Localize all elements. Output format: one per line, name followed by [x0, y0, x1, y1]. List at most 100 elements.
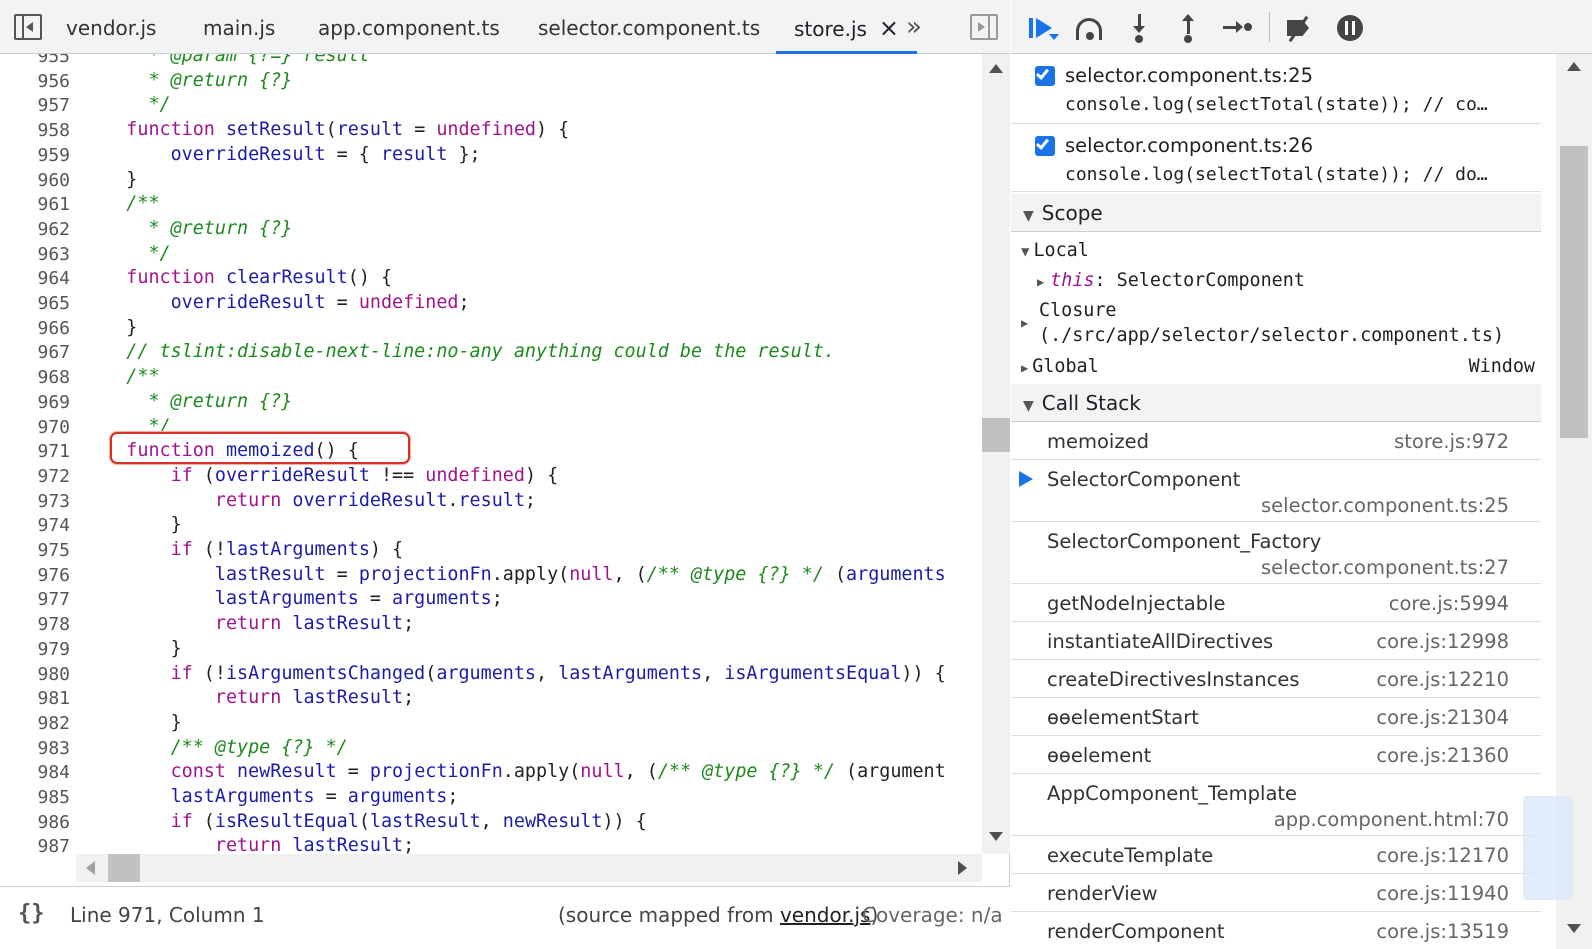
scroll-thumb[interactable]	[108, 854, 140, 882]
line-number[interactable]: 973	[0, 491, 70, 512]
tab-label: app.component.ts	[318, 16, 500, 40]
line-number[interactable]: 982	[0, 713, 70, 734]
step-into-icon[interactable]	[1123, 12, 1157, 44]
resume-icon[interactable]	[1027, 12, 1061, 44]
line-number[interactable]: 978	[0, 614, 70, 635]
line-number[interactable]: 957	[0, 95, 70, 116]
scroll-left-icon[interactable]	[86, 861, 95, 875]
line-number[interactable]: 959	[0, 145, 70, 166]
line-number[interactable]: 986	[0, 812, 70, 833]
callstack-frame[interactable]: instantiateAllDirectives core.js:12998	[1011, 622, 1541, 660]
callstack-frame[interactable]: renderView core.js:11940	[1011, 874, 1541, 912]
callstack-frame[interactable]: renderComponent core.js:13519	[1011, 912, 1541, 949]
scope-local[interactable]: ▼ Local	[1011, 240, 1089, 261]
scroll-up-icon[interactable]	[1567, 62, 1581, 71]
line-number[interactable]: 983	[0, 738, 70, 759]
highlight-box	[110, 432, 410, 464]
frame-location: core.js:12210	[1376, 668, 1509, 691]
callstack-frame[interactable]: AppComponent_Template app.component.html:…	[1011, 774, 1541, 836]
line-number[interactable]: 971	[0, 441, 70, 462]
line-number[interactable]: 966	[0, 318, 70, 339]
callstack-frame[interactable]: executeTemplate core.js:12170	[1011, 836, 1541, 874]
line-number[interactable]: 979	[0, 639, 70, 660]
breakpoint-item[interactable]: selector.component.ts:25 console.log(sel…	[1011, 54, 1541, 124]
callstack-frame[interactable]: getNodeInjectable core.js:5994	[1011, 584, 1541, 622]
breakpoint-checkbox[interactable]	[1035, 66, 1055, 86]
status-bar: {} Line 971, Column 1 (source mapped fro…	[0, 886, 1010, 949]
frame-name: ɵɵelementStart	[1047, 706, 1199, 729]
expand-arrow-icon: ▼	[1023, 398, 1034, 414]
deactivate-breakpoints-icon[interactable]	[1283, 12, 1317, 44]
scope-global[interactable]: ▶ Global Window	[1021, 356, 1535, 377]
code-line: * @param {?=} result	[126, 54, 370, 66]
tab-store-js[interactable]: store.js ×	[776, 0, 918, 54]
callstack-frame[interactable]: ɵɵelementStart core.js:21304	[1011, 698, 1541, 736]
line-number[interactable]: 960	[0, 170, 70, 191]
scroll-thumb[interactable]	[982, 418, 1010, 452]
scope-this[interactable]: ▶ this: SelectorComponent	[1037, 270, 1305, 291]
line-number[interactable]: 958	[0, 120, 70, 141]
tab-vendor-js[interactable]: vendor.js	[66, 0, 156, 54]
tab-main-js[interactable]: main.js	[203, 0, 275, 54]
vertical-scrollbar[interactable]	[982, 54, 1010, 854]
callstack-section-header[interactable]: ▼ Call Stack	[1011, 384, 1541, 422]
line-number[interactable]: 956	[0, 71, 70, 92]
more-tabs-icon[interactable]: »	[906, 12, 922, 42]
scope-section-header[interactable]: ▼ Scope	[1011, 194, 1541, 232]
code-line: lastResult = projectionFn.apply(null, (/…	[214, 563, 946, 585]
line-number[interactable]: 965	[0, 293, 70, 314]
callstack-frame[interactable]: SelectorComponent selector.component.ts:2…	[1011, 460, 1541, 522]
expand-arrow-icon: ▶	[1037, 275, 1045, 289]
line-number[interactable]: 970	[0, 417, 70, 438]
scope-global-value: Window	[1468, 356, 1535, 377]
line-number[interactable]: 981	[0, 688, 70, 709]
scroll-thumb[interactable]	[1560, 146, 1588, 438]
line-number[interactable]: 955	[0, 54, 70, 67]
pretty-print-icon[interactable]: {}	[18, 901, 45, 926]
breakpoint-item[interactable]: selector.component.ts:26 console.log(sel…	[1011, 124, 1541, 192]
line-number[interactable]: 975	[0, 540, 70, 561]
line-number[interactable]: 961	[0, 194, 70, 215]
line-number[interactable]: 969	[0, 392, 70, 413]
line-number[interactable]: 964	[0, 268, 70, 289]
line-number[interactable]: 962	[0, 219, 70, 240]
breakpoint-location: selector.component.ts:26	[1065, 134, 1313, 157]
source-map-info: (source mapped from vendor.js)	[558, 903, 878, 927]
frame-location: selector.component.ts:25	[1261, 494, 1509, 517]
line-number[interactable]: 985	[0, 787, 70, 808]
step-icon[interactable]	[1221, 12, 1255, 44]
expand-arrow-icon: ▶	[1021, 361, 1029, 375]
scroll-down-icon[interactable]	[1567, 924, 1581, 933]
line-number[interactable]: 968	[0, 367, 70, 388]
scope-closure[interactable]: ▶ Closure (./src/app/selector/selector.c…	[1021, 300, 1504, 346]
line-number[interactable]: 976	[0, 565, 70, 586]
callstack-frame[interactable]: ɵɵelement core.js:21360	[1011, 736, 1541, 774]
step-out-icon[interactable]	[1172, 12, 1206, 44]
toggle-navigator-icon[interactable]	[14, 14, 42, 40]
line-number[interactable]: 972	[0, 466, 70, 487]
callstack-frame[interactable]: memoized store.js:972	[1011, 422, 1541, 460]
line-number[interactable]: 963	[0, 244, 70, 265]
line-number[interactable]: 987	[0, 836, 70, 854]
scroll-up-icon[interactable]	[989, 64, 1003, 73]
close-tab-icon[interactable]: ×	[879, 14, 899, 42]
line-number[interactable]: 984	[0, 762, 70, 783]
source-map-link[interactable]: vendor.js	[780, 903, 870, 927]
line-number[interactable]: 974	[0, 515, 70, 536]
pause-on-exceptions-icon[interactable]	[1333, 12, 1367, 44]
scroll-down-icon[interactable]	[989, 832, 1003, 841]
line-number[interactable]: 980	[0, 664, 70, 685]
frame-location: store.js:972	[1394, 430, 1509, 453]
tab-app-component-ts[interactable]: app.component.ts	[318, 0, 500, 54]
callstack-frame[interactable]: SelectorComponent_Factory selector.compon…	[1011, 522, 1541, 584]
tab-selector-component-ts[interactable]: selector.component.ts	[538, 0, 760, 54]
toggle-debugger-icon[interactable]	[970, 14, 998, 40]
callstack-frame[interactable]: createDirectivesInstances core.js:12210	[1011, 660, 1541, 698]
line-number[interactable]: 967	[0, 342, 70, 363]
horizontal-scrollbar[interactable]	[76, 854, 982, 882]
breakpoint-checkbox[interactable]	[1035, 136, 1055, 156]
code-line: lastArguments = arguments;	[214, 588, 503, 610]
line-number[interactable]: 977	[0, 589, 70, 610]
step-over-icon[interactable]	[1073, 12, 1107, 44]
scroll-right-icon[interactable]	[958, 861, 967, 875]
